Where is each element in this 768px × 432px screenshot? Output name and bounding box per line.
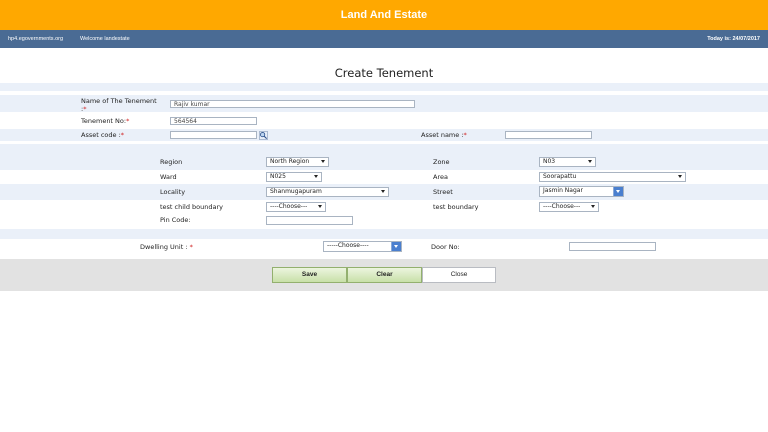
welcome-text: Welcome landestate — [80, 36, 130, 42]
magnifier-icon[interactable] — [259, 131, 268, 140]
region-select[interactable]: North Region — [266, 157, 329, 167]
app-title: Land And Estate — [340, 9, 428, 21]
page-title: Create Tenement — [334, 66, 434, 80]
chevron-down-icon — [591, 205, 595, 208]
locality-label: Locality — [160, 188, 186, 196]
band — [0, 83, 768, 91]
test-child-boundary-select[interactable]: ----Choose--- — [266, 202, 326, 212]
chevron-down-icon — [321, 160, 325, 163]
pin-code-label: Pin Code: — [160, 216, 191, 224]
test-boundary-select[interactable]: ----Choose--- — [539, 202, 599, 212]
region-label: Region — [160, 158, 183, 166]
chevron-down-icon — [381, 190, 385, 193]
dwelling-unit-select[interactable]: -----Choose---- — [323, 241, 402, 252]
asset-code-label: Asset code :* — [81, 131, 125, 139]
ward-label: Ward — [160, 173, 177, 181]
chevron-down-icon — [391, 242, 401, 251]
door-no-input[interactable] — [569, 242, 656, 251]
chevron-down-icon — [314, 175, 318, 178]
asset-name-input[interactable] — [505, 131, 592, 139]
band — [0, 144, 768, 154]
today-date: Today is: 24/07/2017 — [707, 36, 760, 42]
site-link[interactable]: hp4.egovernments.org — [8, 36, 63, 42]
locality-select[interactable]: Shanmugapuram — [266, 187, 389, 197]
street-label: Street — [433, 188, 453, 196]
ward-select[interactable]: N025 — [266, 172, 322, 182]
nav-bar: hp4.egovernments.org Welcome landestate … — [0, 30, 768, 48]
test-child-boundary-label: test child boundary — [160, 203, 224, 211]
test-boundary-label: test boundary — [433, 203, 479, 211]
zone-label: Zone — [433, 158, 450, 166]
chevron-down-icon — [678, 175, 682, 178]
tenement-name-input[interactable]: Rajiv kumar — [170, 100, 415, 108]
tenement-name-label: Name of The Tenement :* — [81, 97, 157, 113]
band — [0, 154, 768, 170]
clear-button[interactable]: Clear — [347, 267, 422, 283]
area-select[interactable]: Soorapattu — [539, 172, 686, 182]
pin-code-input[interactable] — [266, 216, 353, 225]
tenement-no-label: Tenement No:* — [81, 117, 130, 125]
chevron-down-icon — [588, 160, 592, 163]
save-button[interactable]: Save — [272, 267, 347, 283]
app-header: Land And Estate — [0, 0, 768, 30]
asset-code-input[interactable] — [170, 131, 257, 139]
band — [0, 229, 768, 239]
close-button[interactable]: Close — [422, 267, 496, 283]
zone-select[interactable]: N03 — [539, 157, 596, 167]
street-select[interactable]: Jasmin Nagar — [539, 186, 624, 197]
chevron-down-icon — [613, 187, 623, 196]
asset-name-label: Asset name :* — [421, 131, 467, 139]
area-label: Area — [433, 173, 448, 181]
dwelling-unit-label: Dwelling Unit : * — [140, 243, 193, 251]
door-no-label: Door No: — [431, 243, 460, 251]
tenement-no-input[interactable]: 564564 — [170, 117, 257, 125]
chevron-down-icon — [318, 205, 322, 208]
